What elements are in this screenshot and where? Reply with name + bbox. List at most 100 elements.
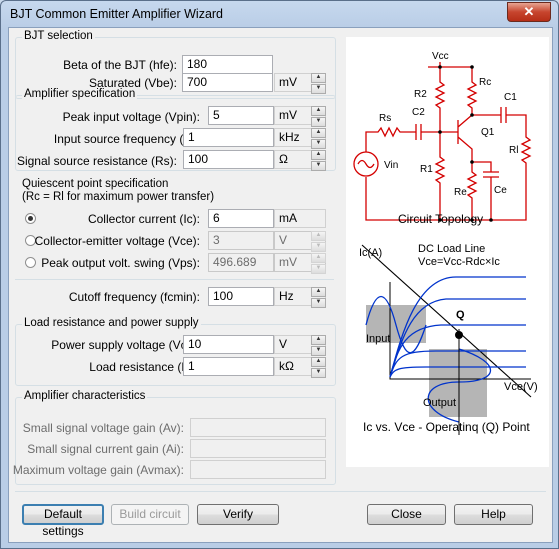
wizard-window: BJT Common Emitter Amplifier Wizard ✕ BJ… xyxy=(0,0,559,549)
vbe-input[interactable]: 700 xyxy=(182,73,273,92)
vps-spinner: ▲ ▼ xyxy=(311,253,326,274)
build-circuit-button: Build circuit xyxy=(111,504,189,525)
r1-label: R1 xyxy=(420,164,433,175)
diagram-panel: Vcc R2 Rc C1 Rs C2 Q1 Rl Vin R1 Re Ce Ci… xyxy=(346,37,549,467)
spin-up-icon[interactable]: ▲ xyxy=(311,150,326,160)
rl-spinner[interactable]: ▲ ▼ xyxy=(311,357,326,378)
spin-down-icon[interactable]: ▼ xyxy=(311,117,326,127)
spin-up-icon[interactable]: ▲ xyxy=(311,287,326,297)
q1-label: Q1 xyxy=(481,127,495,138)
c1-label: C1 xyxy=(504,92,517,103)
r2-resistor xyxy=(434,67,446,137)
spin-up-icon[interactable]: ▲ xyxy=(311,73,326,83)
vce-label: Collector-emitter voltage (Vce): xyxy=(34,234,200,248)
av-output xyxy=(190,418,326,437)
av-label: Small signal voltage gain (Av): xyxy=(22,421,184,435)
output-label: Output xyxy=(423,397,457,409)
rs-c2-input-path xyxy=(365,124,458,152)
q-point-marker xyxy=(455,331,463,339)
spin-down-icon[interactable]: ▼ xyxy=(311,298,326,308)
fcmin-spinner[interactable]: ▲ ▼ xyxy=(311,287,326,308)
avmax-label: Maximum voltage gain (Avmax): xyxy=(12,463,184,477)
load-heading: Load resistance and power supply xyxy=(22,317,201,329)
ic-unit-select[interactable]: mA xyxy=(274,209,326,228)
vcc-input[interactable]: 10 xyxy=(183,335,274,354)
spin-up-icon[interactable]: ▲ xyxy=(311,128,326,138)
load-line-equation: Vce=Vcc-Rdc×Ic xyxy=(418,256,500,268)
graph-caption: Ic vs. Vce - Operatinq (Q) Point xyxy=(363,420,530,434)
ic-input[interactable]: 6 xyxy=(208,209,274,228)
re-label: Re xyxy=(454,187,467,198)
rs-input[interactable]: 100 xyxy=(183,150,274,169)
vps-input: 496.689 xyxy=(208,253,274,272)
circuit-caption: Circuit Topology xyxy=(398,212,484,226)
spin-down-icon[interactable]: ▼ xyxy=(311,346,326,356)
qpoint-heading: Quiescent point specification xyxy=(22,178,169,190)
amp-spec-heading: Amplifier specification xyxy=(22,88,138,100)
hfe-label: Beta of the BJT (hfe): xyxy=(63,58,177,72)
rs-label: Rs xyxy=(379,113,392,124)
help-button[interactable]: Help xyxy=(454,504,533,525)
fcmin-input[interactable]: 100 xyxy=(208,287,274,306)
vcc-label: Power supply voltage (Vcc): xyxy=(51,338,200,352)
spin-up-icon: ▲ xyxy=(311,253,326,263)
ic-label: Collector current (Ic): xyxy=(87,212,200,226)
ce-label: Ce xyxy=(494,185,507,196)
spin-down-icon[interactable]: ▼ xyxy=(311,139,326,149)
ai-label: Small signal current gain (Ai): xyxy=(27,442,184,456)
rl-label: Rl xyxy=(509,145,519,156)
q-label: Q xyxy=(456,309,465,321)
vce-axis-label: Vce(V) xyxy=(504,381,538,393)
rs-label: Signal source resistance (Rs): xyxy=(16,154,177,168)
vpin-spinner[interactable]: ▲ ▼ xyxy=(311,106,326,127)
vce-input: 3 xyxy=(208,231,274,250)
qpoint-separator xyxy=(15,279,334,280)
vcc-spinner[interactable]: ▲ ▼ xyxy=(311,335,326,356)
spin-up-icon[interactable]: ▲ xyxy=(311,106,326,116)
rc-resistor xyxy=(466,67,478,115)
vin-label: Vin xyxy=(384,160,399,171)
spin-down-icon: ▼ xyxy=(311,242,326,252)
vpin-input[interactable]: 5 xyxy=(208,106,274,125)
hfe-input[interactable]: 180 xyxy=(182,55,273,74)
ai-output xyxy=(190,439,326,458)
spin-down-icon: ▼ xyxy=(311,264,326,274)
r2-label: R2 xyxy=(414,89,427,100)
spin-down-icon[interactable]: ▼ xyxy=(311,84,326,94)
vps-radio[interactable] xyxy=(25,257,36,268)
input-label: Input xyxy=(366,333,391,345)
vcc-rail xyxy=(428,62,472,68)
vce-spinner: ▲ ▼ xyxy=(311,231,326,252)
title-bar: BJT Common Emitter Amplifier Wizard ✕ xyxy=(1,1,558,27)
rc-label: Rc xyxy=(479,77,492,88)
r1-resistor xyxy=(434,137,446,220)
fs-spinner[interactable]: ▲ ▼ xyxy=(311,128,326,149)
avmax-output xyxy=(190,460,326,479)
c2-label: C2 xyxy=(412,107,425,118)
spin-up-icon[interactable]: ▲ xyxy=(311,357,326,367)
fs-label: Input source frequency (fs): xyxy=(53,132,200,146)
load-group xyxy=(15,324,336,386)
vpin-label: Peak input voltage (Vpin): xyxy=(62,110,200,124)
vbe-spinner[interactable]: ▲ ▼ xyxy=(311,73,326,94)
spin-down-icon[interactable]: ▼ xyxy=(311,161,326,171)
fcmin-label: Cutoff frequency (fcmin): xyxy=(68,290,200,304)
q1-transistor xyxy=(457,114,473,162)
dialog-client-area: BJT selection Beta of the BJT (hfe): 180… xyxy=(8,27,553,543)
spin-up-icon[interactable]: ▲ xyxy=(311,335,326,345)
rs-spinner[interactable]: ▲ ▼ xyxy=(311,150,326,171)
default-settings-button[interactable]: Default settings xyxy=(22,504,104,538)
circuit-topology xyxy=(353,62,532,221)
button-separator xyxy=(15,491,546,492)
rl-input[interactable]: 1 xyxy=(183,357,274,376)
c1-rl-branch xyxy=(472,107,532,187)
ic-radio[interactable] xyxy=(25,213,36,224)
window-close-icon[interactable]: ✕ xyxy=(507,2,551,22)
load-line-label: DC Load Line xyxy=(418,243,486,255)
close-button[interactable]: Close xyxy=(367,504,446,525)
fs-input[interactable]: 1 xyxy=(183,128,274,147)
vps-label: Peak output volt. swing (Vps): xyxy=(41,256,200,270)
spin-up-icon: ▲ xyxy=(311,231,326,241)
spin-down-icon[interactable]: ▼ xyxy=(311,368,326,378)
verify-button[interactable]: Verify xyxy=(197,504,279,525)
